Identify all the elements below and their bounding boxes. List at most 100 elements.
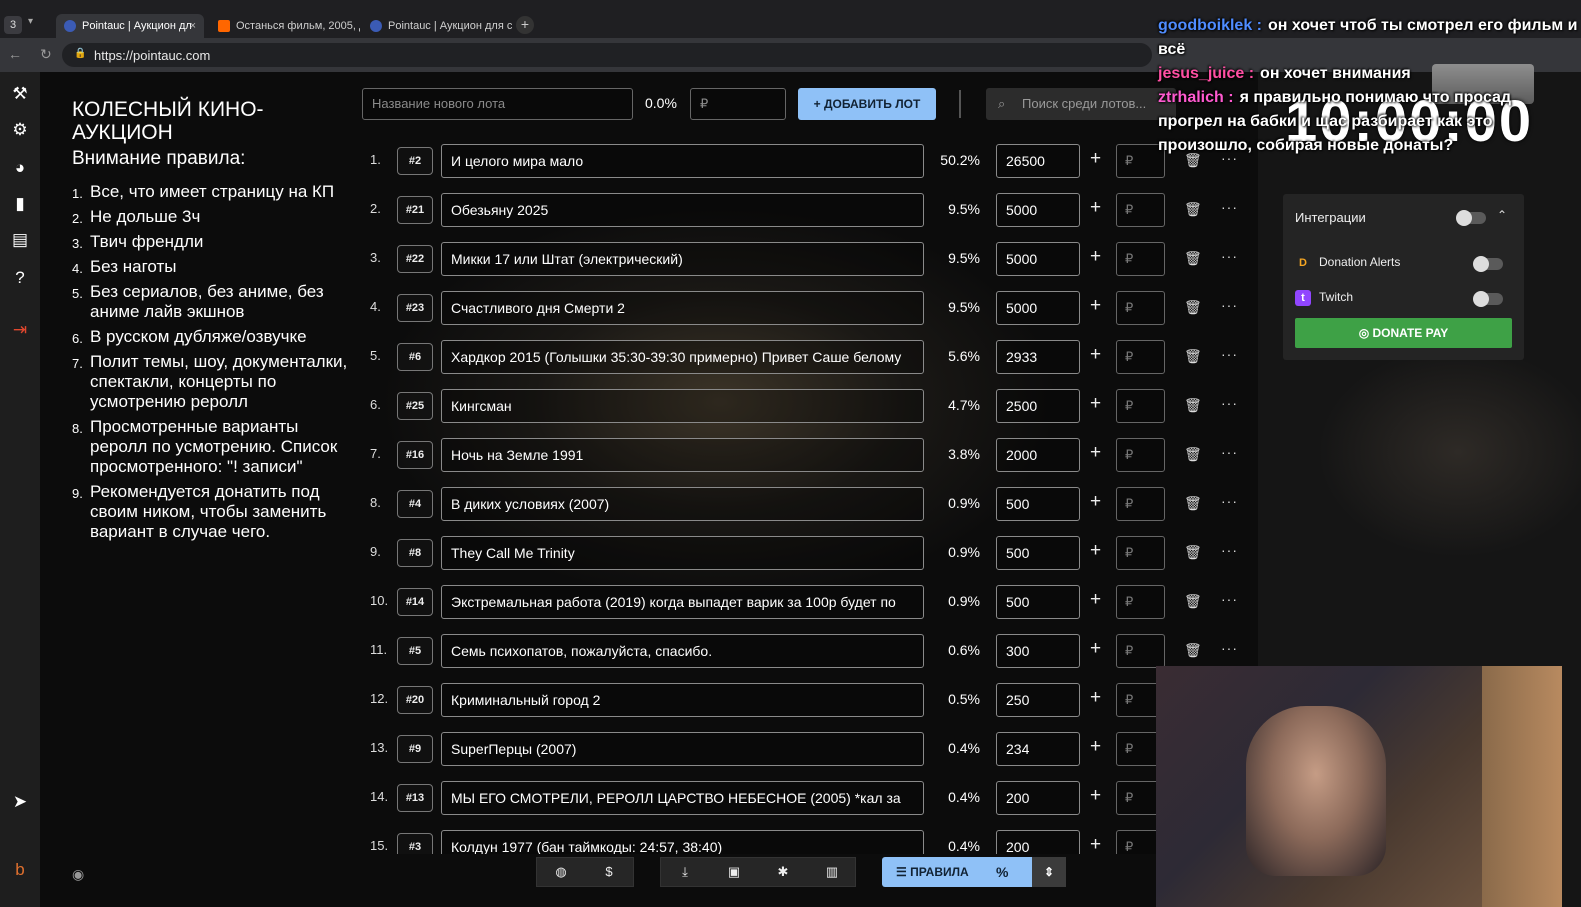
add-lot-button[interactable]: + ДОБАВИТЬ ЛОТ — [798, 88, 936, 120]
lot-name-input[interactable]: SuperПерцы (2007) — [441, 732, 924, 766]
download-icon[interactable]: ⤓ — [661, 858, 709, 886]
add-amount-plus-icon[interactable]: + — [1090, 540, 1101, 562]
delete-trash-icon[interactable]: 🗑 — [1184, 299, 1202, 316]
add-amount-plus-icon[interactable]: + — [1090, 736, 1101, 758]
lot-name-input[interactable]: Колдун 1977 (бан таймкоды: 24:57, 38:40) — [441, 830, 924, 854]
lot-amount-input[interactable]: 500 — [996, 585, 1080, 619]
help-question-icon[interactable]: ? — [8, 266, 32, 290]
lot-add-amount-input[interactable]: ₽ — [1116, 634, 1165, 668]
add-amount-plus-icon[interactable]: + — [1090, 197, 1101, 219]
integrations-toggle[interactable] — [1456, 210, 1486, 226]
lot-amount-input[interactable]: 500 — [996, 487, 1080, 521]
delete-trash-icon[interactable]: 🗑 — [1184, 397, 1202, 414]
lot-name-input[interactable]: Экстремальная работа (2019) когда выпаде… — [441, 585, 924, 619]
donate-pay-button[interactable]: ◎ DONATE PAY — [1295, 318, 1512, 348]
delete-trash-icon[interactable]: 🗑 — [1184, 495, 1202, 512]
visibility-eye-icon[interactable]: ◉ — [72, 866, 84, 883]
lot-id-badge[interactable]: #14 — [397, 588, 433, 616]
tab-2[interactable]: Останься фильм, 2005, д — [210, 14, 360, 38]
more-options-icon[interactable]: ··· — [1221, 248, 1238, 264]
add-amount-plus-icon[interactable]: + — [1090, 344, 1101, 366]
lot-name-input[interactable]: They Call Me Trinity — [441, 536, 924, 570]
lot-amount-input[interactable]: 26500 — [996, 144, 1080, 178]
lot-amount-input[interactable]: 234 — [996, 732, 1080, 766]
back-arrow-icon[interactable]: ← — [8, 46, 22, 62]
compact-view-icon[interactable]: ⇕ — [1032, 857, 1066, 887]
lot-amount-input[interactable]: 2000 — [996, 438, 1080, 472]
add-amount-plus-icon[interactable]: + — [1090, 295, 1101, 317]
lot-name-input[interactable]: Кингсман — [441, 389, 924, 423]
lot-add-amount-input[interactable]: ₽ — [1116, 291, 1165, 325]
boosty-icon[interactable]: b — [8, 858, 32, 882]
tab-3[interactable]: Pointauc | Аукцион для с — [362, 14, 512, 38]
lot-add-amount-input[interactable]: ₽ — [1116, 193, 1165, 227]
more-options-icon[interactable]: ··· — [1221, 591, 1238, 607]
lot-name-input[interactable]: Криминальный город 2 — [441, 683, 924, 717]
more-options-icon[interactable]: ··· — [1221, 640, 1238, 656]
search-input[interactable]: ⌕ Поиск среди лотов... — [986, 88, 1176, 120]
lot-id-badge[interactable]: #25 — [397, 392, 433, 420]
more-options-icon[interactable]: ··· — [1221, 542, 1238, 558]
more-options-icon[interactable]: ··· — [1221, 297, 1238, 313]
logout-icon[interactable]: ⇥ — [8, 318, 32, 342]
add-amount-plus-icon[interactable]: + — [1090, 834, 1101, 854]
lot-amount-input[interactable]: 200 — [996, 830, 1080, 854]
lot-id-badge[interactable]: #20 — [397, 686, 433, 714]
github-icon[interactable]: ◍ — [537, 858, 585, 886]
twitch-toggle[interactable] — [1473, 291, 1503, 307]
delete-trash-icon[interactable]: 🗑 — [1184, 642, 1202, 659]
lot-id-badge[interactable]: #4 — [397, 490, 433, 518]
url-field[interactable]: 🔒 https://pointauc.com — [62, 43, 1152, 67]
lot-add-amount-input[interactable]: ₽ — [1116, 487, 1165, 521]
reload-icon[interactable]: ↻ — [40, 46, 52, 63]
add-amount-plus-icon[interactable]: + — [1090, 638, 1101, 660]
history-clipboard-icon[interactable]: ▤ — [8, 228, 32, 252]
donation-alerts-toggle[interactable] — [1473, 256, 1503, 272]
more-options-icon[interactable]: ··· — [1221, 493, 1238, 509]
lot-amount-input[interactable]: 300 — [996, 634, 1080, 668]
save-icon[interactable]: ▣ — [710, 858, 758, 886]
donate-dollar-icon[interactable]: $ — [585, 858, 633, 886]
lot-amount-input[interactable]: 2933 — [996, 340, 1080, 374]
add-amount-plus-icon[interactable]: + — [1090, 491, 1101, 513]
tab-1[interactable]: Pointauc | Аукцион дл × — [56, 14, 204, 38]
lot-id-badge[interactable]: #9 — [397, 735, 433, 763]
rules-toggle-button[interactable]: ☰ ПРАВИЛА % ⇕ — [882, 857, 1066, 887]
add-amount-plus-icon[interactable]: + — [1090, 589, 1101, 611]
lot-name-input[interactable]: В диких условиях (2007) — [441, 487, 924, 521]
lot-id-badge[interactable]: #13 — [397, 784, 433, 812]
lot-amount-input[interactable]: 250 — [996, 683, 1080, 717]
lot-name-input[interactable]: Микки 17 или Штат (электрический) — [441, 242, 924, 276]
telegram-icon[interactable]: ➤ — [8, 790, 32, 814]
lot-name-input[interactable]: Счастливого дня Смерти 2 — [441, 291, 924, 325]
lot-name-input[interactable]: Ночь на Земле 1991 — [441, 438, 924, 472]
new-lot-name-input[interactable]: Название нового лота — [362, 88, 633, 120]
lot-id-badge[interactable]: #2 — [397, 147, 433, 175]
more-options-icon[interactable]: ··· — [1221, 444, 1238, 460]
close-tab-icon[interactable]: × — [190, 14, 196, 38]
add-amount-plus-icon[interactable]: + — [1090, 148, 1101, 170]
window-count-badge[interactable]: 3 — [4, 16, 22, 34]
settings-gear-icon[interactable]: ⚙ — [8, 118, 32, 142]
lot-name-input[interactable]: Хардкор 2015 (Голышки 35:30-39:30 пример… — [441, 340, 924, 374]
percent-toggle[interactable]: % — [996, 864, 1008, 880]
new-tab-button[interactable]: + — [516, 16, 534, 34]
add-amount-plus-icon[interactable]: + — [1090, 687, 1101, 709]
lot-amount-input[interactable]: 5000 — [996, 291, 1080, 325]
auction-hammer-icon[interactable]: ⚒ — [8, 82, 32, 106]
lot-id-badge[interactable]: #22 — [397, 245, 433, 273]
lot-name-input[interactable]: Обезьяну 2025 — [441, 193, 924, 227]
lot-add-amount-input[interactable]: ₽ — [1116, 389, 1165, 423]
delete-trash-icon[interactable]: 🗑 — [1184, 446, 1202, 463]
delete-trash-icon[interactable]: 🗑 — [1184, 250, 1202, 267]
add-amount-plus-icon[interactable]: + — [1090, 393, 1101, 415]
collapse-chevron-icon[interactable]: ⌃ — [1497, 208, 1507, 222]
bug-report-icon[interactable]: ✱ — [759, 858, 807, 886]
lot-id-badge[interactable]: #3 — [397, 833, 433, 854]
lot-id-badge[interactable]: #21 — [397, 196, 433, 224]
lot-add-amount-input[interactable]: ₽ — [1116, 438, 1165, 472]
lot-amount-input[interactable]: 5000 — [996, 193, 1080, 227]
lot-amount-input[interactable]: 2500 — [996, 389, 1080, 423]
lot-add-amount-input[interactable]: ₽ — [1116, 585, 1165, 619]
lot-amount-input[interactable]: 5000 — [996, 242, 1080, 276]
